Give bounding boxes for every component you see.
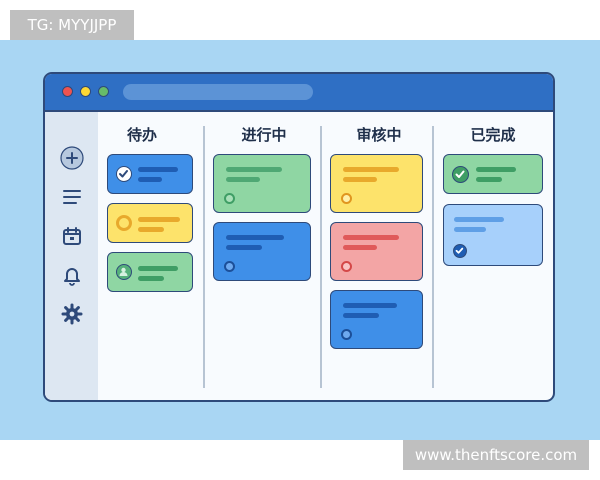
status-dot-icon <box>341 193 352 204</box>
address-bar[interactable] <box>123 84 313 100</box>
minimize-window-button[interactable] <box>80 86 91 97</box>
card-line <box>226 177 260 182</box>
card-line <box>138 276 164 281</box>
plus-icon[interactable] <box>60 146 84 170</box>
status-ring-icon <box>116 215 132 231</box>
card-line <box>343 167 399 172</box>
card-line <box>343 245 377 250</box>
card-line <box>138 217 180 222</box>
card-line <box>138 227 164 232</box>
column-divider <box>320 126 322 388</box>
card-line <box>454 217 504 222</box>
app-window: 待办 进行中 审核中 已完成 <box>43 72 555 402</box>
column-title-in-review: 审核中 <box>356 126 402 144</box>
card-line <box>226 235 284 240</box>
task-card[interactable] <box>107 252 193 292</box>
menu-icon[interactable] <box>60 185 84 209</box>
card-line <box>476 177 502 182</box>
check-circle-icon <box>453 244 467 258</box>
card-line <box>343 235 399 240</box>
task-card[interactable] <box>330 222 423 281</box>
card-line <box>138 266 178 271</box>
watermark-bottom: www.thenftscore.com <box>403 440 589 470</box>
card-line <box>454 227 486 232</box>
column-title-done: 已完成 <box>470 126 516 144</box>
user-avatar-icon <box>116 264 132 280</box>
column-divider <box>432 126 434 388</box>
column-title-in-progress: 进行中 <box>241 126 287 144</box>
task-card[interactable] <box>213 222 311 281</box>
card-line <box>138 177 162 182</box>
card-line <box>226 167 282 172</box>
column-divider <box>203 126 205 388</box>
calendar-icon[interactable] <box>60 224 84 248</box>
task-card[interactable] <box>213 154 311 213</box>
status-dot-icon <box>341 261 352 272</box>
column-title-todo: 待办 <box>126 126 157 144</box>
gear-icon[interactable] <box>60 302 84 326</box>
bell-icon[interactable] <box>60 263 84 287</box>
task-card[interactable] <box>107 203 193 243</box>
task-card[interactable] <box>107 154 193 194</box>
card-line <box>343 177 377 182</box>
maximize-window-button[interactable] <box>98 86 109 97</box>
check-circle-icon <box>452 166 469 183</box>
check-circle-icon <box>116 166 132 182</box>
card-line <box>226 245 262 250</box>
close-window-button[interactable] <box>62 86 73 97</box>
task-card[interactable] <box>443 154 543 194</box>
card-line <box>138 167 178 172</box>
watermark-top: TG: MYYJJPP <box>10 10 134 40</box>
task-card[interactable] <box>330 290 423 349</box>
sidebar <box>45 112 98 400</box>
window-titlebar <box>45 74 553 112</box>
task-card[interactable] <box>330 154 423 213</box>
card-line <box>476 167 516 172</box>
status-dot-icon <box>224 193 235 204</box>
status-dot-icon <box>341 329 352 340</box>
task-card[interactable] <box>443 204 543 266</box>
card-line <box>343 303 397 308</box>
card-line <box>343 313 379 318</box>
status-dot-icon <box>224 261 235 272</box>
